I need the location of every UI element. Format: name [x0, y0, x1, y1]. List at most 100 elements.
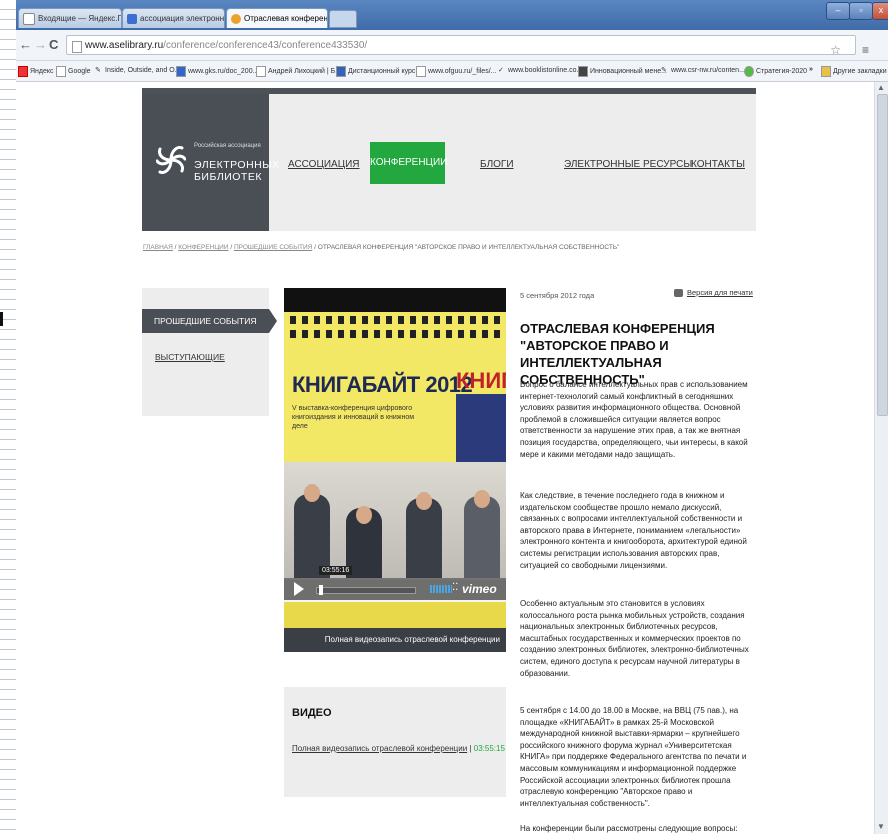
reload-icon[interactable]: C	[49, 37, 58, 52]
speaker-figure	[406, 498, 442, 580]
page-icon	[231, 13, 241, 24]
bookmark-label: »	[809, 66, 813, 73]
bookmark-item[interactable]: Стратегия-2020	[744, 66, 807, 77]
bookmark-item[interactable]: ✎ Inside, Outside, and O...	[95, 66, 181, 75]
page-icon	[416, 66, 426, 77]
nav-contacts[interactable]: КОНТАКТЫ	[691, 159, 745, 170]
video-link-text[interactable]: Полная видеозапись отраслевой конференци…	[292, 744, 467, 753]
side-item-past-events[interactable]: ПРОШЕДШИЕ СОБЫТИЯ	[142, 309, 277, 333]
article-paragraph: Особенно актуальным это становится в усл…	[520, 599, 749, 678]
bookmark-label: Google	[68, 68, 91, 75]
bookmark-item[interactable]: Яндекс	[18, 66, 54, 77]
pen-icon: ✎	[661, 67, 667, 74]
site-logo[interactable]: Российская ассоциация ЭЛЕКТРОННЫХ БИБЛИО…	[142, 94, 279, 231]
side-item-speakers[interactable]: ВЫСТУПАЮЩИЕ	[155, 352, 225, 362]
bookmark-item[interactable]: ✓ www.booklistonline.co...	[498, 66, 582, 75]
page-icon	[72, 41, 82, 53]
tab-conference[interactable]: Отраслевая конференция ×	[226, 8, 328, 28]
menu-icon[interactable]: ≡	[862, 40, 869, 60]
fullscreen-icon[interactable]: ⁚⁚	[452, 582, 458, 593]
video-timestamp: 03:55:16	[319, 566, 353, 575]
nav-e-resources[interactable]: ЭЛЕКТРОННЫЕ РЕСУРСЫ	[564, 159, 692, 170]
print-label[interactable]: Версия для печати	[687, 288, 753, 297]
tab-label: Входящие — Яндекс.Почта	[38, 14, 121, 23]
banner-title: КНИГАБАЙТ 2012	[292, 372, 473, 397]
bookmark-star-icon[interactable]: ☆	[830, 40, 841, 60]
bookmark-label: Другие закладки	[833, 68, 887, 75]
nav-association[interactable]: АССОЦИАЦИЯ	[288, 159, 360, 170]
new-tab-button[interactable]	[329, 10, 357, 28]
video-link[interactable]: Полная видеозапись отраслевой конференци…	[292, 744, 505, 753]
scroll-up-icon[interactable]: ▲	[877, 83, 885, 92]
margin-mark	[0, 312, 3, 326]
browser-window: Входящие — Яндекс.Почта × ассоциация эле…	[16, 0, 888, 834]
article-title: ОТРАСЛЕВАЯ КОНФЕРЕНЦИЯ "АВТОРСКОЕ ПРАВО …	[520, 321, 715, 387]
bookmark-label: www.booklistonline.co...	[508, 67, 583, 74]
bookmark-item[interactable]: www.ofguu.ru/_files/...	[416, 66, 496, 77]
bookmark-item[interactable]: Дистанционный курс...	[336, 66, 421, 77]
tab-label: ассоциация электронных б	[140, 14, 225, 23]
video-links-box: ВИДЕО Полная видеозапись отраслевой конф…	[284, 687, 506, 797]
banner-stripes	[284, 316, 506, 324]
scroll-down-icon[interactable]: ▼	[877, 822, 885, 831]
vertical-scrollbar[interactable]: ▲ ▼	[874, 82, 888, 834]
pen-icon: ✎	[95, 67, 101, 74]
tab-search[interactable]: ассоциация электронных б ×	[122, 8, 225, 28]
bookmark-item[interactable]: www.gks.ru/doc_200...	[176, 66, 258, 77]
bookmark-item[interactable]: ✎ www.csr-nw.ru/conten...	[661, 66, 745, 75]
tab-bar: Входящие — Яндекс.Почта × ассоциация эле…	[16, 0, 888, 30]
back-icon[interactable]: ←	[19, 37, 32, 52]
breadcrumb-home[interactable]: ГЛАВНАЯ	[143, 244, 173, 251]
play-icon[interactable]	[294, 582, 304, 596]
maximize-button[interactable]: ▫	[849, 2, 873, 20]
speaker-head	[474, 490, 490, 508]
address-bar[interactable]: www.aselibrary.ru/conference/conference4…	[66, 35, 869, 57]
bookmark-label: Стратегия-2020	[756, 68, 808, 75]
vimeo-logo[interactable]: vimeo	[462, 582, 497, 596]
yandex-icon	[18, 66, 28, 77]
speaker-head	[416, 492, 432, 510]
forward-icon[interactable]: →	[34, 37, 47, 52]
logo-subtitle: Российская ассоциация	[194, 143, 261, 149]
video-duration: 03:55:15	[473, 744, 505, 753]
url-host: www.aselibrary.ru	[85, 40, 164, 51]
page-icon	[256, 66, 266, 77]
bookmark-folder[interactable]: Другие закладки	[821, 66, 887, 77]
url-path: /conference/conference43/conference43353…	[163, 40, 368, 51]
bookmark-item[interactable]: Инновационный мене...	[578, 66, 667, 77]
bookmark-item[interactable]: Google	[56, 66, 91, 77]
app-icon	[578, 66, 588, 77]
leaf-icon	[744, 66, 754, 77]
page-icon	[56, 66, 66, 77]
seek-knob[interactable]	[319, 585, 323, 595]
video-caption: Полная видеозапись отраслевой конференци…	[284, 628, 506, 652]
scroll-thumb[interactable]	[877, 94, 888, 416]
nav-blogs[interactable]: БЛОГИ	[480, 159, 514, 170]
seek-bar[interactable]	[316, 585, 416, 595]
bookmark-label: www.ofguu.ru/_files/...	[428, 68, 497, 75]
breadcrumb: ГЛАВНАЯ / КОНФЕРЕНЦИИ / ПРОШЕДШИЕ СОБЫТИ…	[143, 244, 619, 251]
breadcrumb-past-events[interactable]: ПРОШЕДШИЕ СОБЫТИЯ	[234, 244, 312, 251]
minimize-button[interactable]: –	[826, 2, 850, 20]
article-paragraph: Вопрос о балансе интеллектуальных прав с…	[520, 380, 748, 459]
tab-mail[interactable]: Входящие — Яндекс.Почта ×	[18, 8, 122, 28]
banner-title-2: КНИГ	[456, 368, 506, 393]
printer-icon	[674, 288, 683, 297]
print-version-link[interactable]: Версия для печати	[674, 288, 753, 297]
close-window-button[interactable]: x	[872, 2, 888, 20]
bookmark-item[interactable]: Андрей Лихоцкий | Б...	[256, 66, 341, 77]
volume-icon[interactable]	[430, 585, 452, 593]
bookmark-label: Андрей Лихоцкий | Б...	[268, 68, 342, 75]
logo-line: БИБЛИОТЕК	[194, 171, 262, 183]
page-content: Российская ассоциация ЭЛЕКТРОННЫХ БИБЛИО…	[16, 82, 874, 834]
article-paragraph: 5 сентября с 14.00 до 18.00 в Москве, на…	[520, 706, 747, 808]
bookmark-label: www.csr-nw.ru/conten...	[671, 67, 745, 74]
breadcrumb-conferences[interactable]: КОНФЕРЕНЦИИ	[178, 244, 228, 251]
banner-stripes	[284, 330, 506, 338]
search-icon	[127, 13, 137, 24]
speaker-figure	[464, 496, 500, 580]
b-icon	[336, 66, 346, 77]
nav-conferences[interactable]: КОНФЕРЕНЦИИ	[370, 142, 447, 184]
bookmarks-overflow[interactable]: »	[809, 66, 813, 73]
bookmark-label: www.gks.ru/doc_200...	[188, 68, 259, 75]
